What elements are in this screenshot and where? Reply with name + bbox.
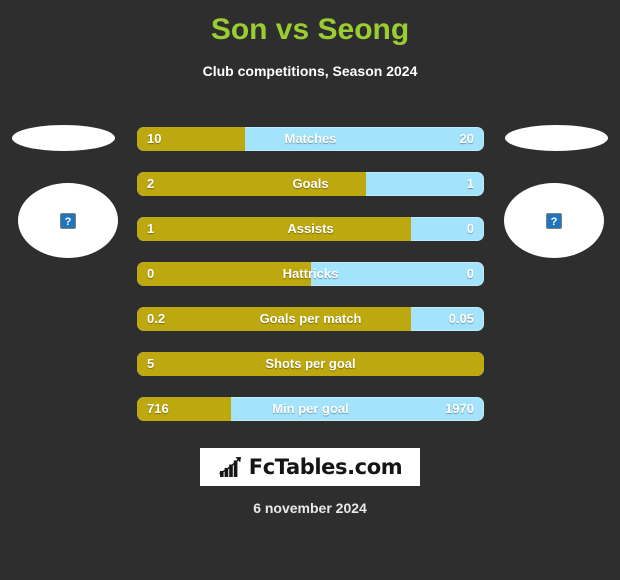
stat-bar-row: 2 Goals 1 — [137, 172, 484, 196]
broken-image-icon: ? — [546, 212, 562, 229]
player-left-banner-ellipse — [12, 125, 115, 151]
page-title: Son vs Seong — [210, 13, 410, 46]
bar-chart-growth-icon — [218, 457, 241, 477]
stat-value-away: 20 — [459, 131, 474, 146]
stat-label: Matches — [284, 131, 337, 146]
stat-value-away: 0.05 — [448, 311, 474, 326]
fctables-logo-text: FcTables.com — [248, 455, 403, 479]
stat-bar-list: 10 Matches 20 2 Goals 1 1 Assists 0 0 Hattricks 0 0.… — [137, 127, 484, 442]
stat-bar-row: 0.2 Goals per match 0.05 — [137, 307, 484, 331]
broken-image-icon: ? — [60, 212, 76, 229]
stat-bar-row: 5 Shots per goal — [137, 352, 484, 376]
player-right-graphic: ? — [490, 118, 610, 268]
generated-date: 6 november 2024 — [253, 500, 367, 516]
stat-label: Hattricks — [282, 266, 339, 281]
stat-value-away: 1970 — [445, 401, 474, 416]
stat-label: Shots per goal — [265, 356, 356, 371]
stat-bar-row: 0 Hattricks 0 — [137, 262, 484, 286]
player-left-graphic: ? — [10, 118, 130, 268]
stat-value-away: 0 — [466, 266, 474, 281]
stat-label: Goals — [292, 176, 329, 191]
page-subtitle: Club competitions, Season 2024 — [202, 63, 418, 79]
fctables-logo[interactable]: FcTables.com — [200, 448, 420, 486]
stat-value-away: 1 — [466, 176, 474, 191]
stat-label: Assists — [287, 221, 334, 236]
stat-bar-row: 1 Assists 0 — [137, 217, 484, 241]
player-right-banner-ellipse — [505, 125, 608, 151]
stat-value-away: 0 — [466, 221, 474, 236]
player-left-photo: ? — [18, 183, 118, 258]
stat-bar-row: 10 Matches 20 — [137, 127, 484, 151]
stat-label: Min per goal — [272, 401, 349, 416]
stat-comparison-page: Son vs Seong Club competitions, Season 2… — [0, 0, 620, 580]
stat-label: Goals per match — [259, 311, 362, 326]
stat-bar-row: 716 Min per goal 1970 — [137, 397, 484, 421]
player-right-photo: ? — [504, 183, 604, 258]
